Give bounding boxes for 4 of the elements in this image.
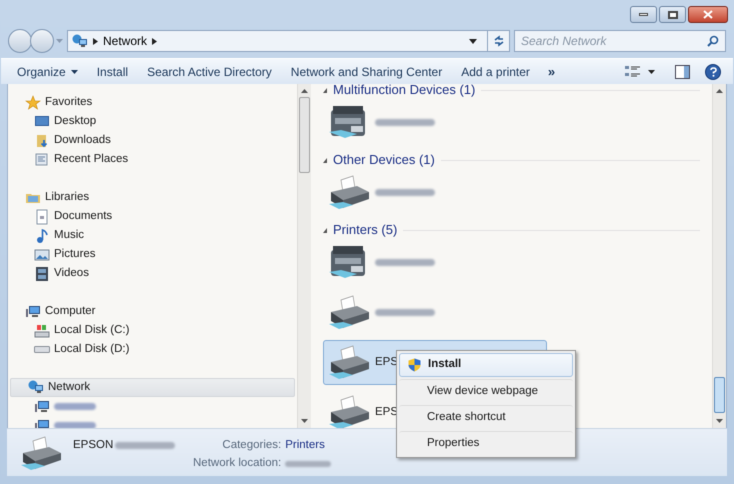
device-name: EPSON [73,438,114,453]
field-value: Printers [285,438,326,453]
field-label: Categories: [221,438,282,453]
field-label: Network location: [193,456,282,472]
